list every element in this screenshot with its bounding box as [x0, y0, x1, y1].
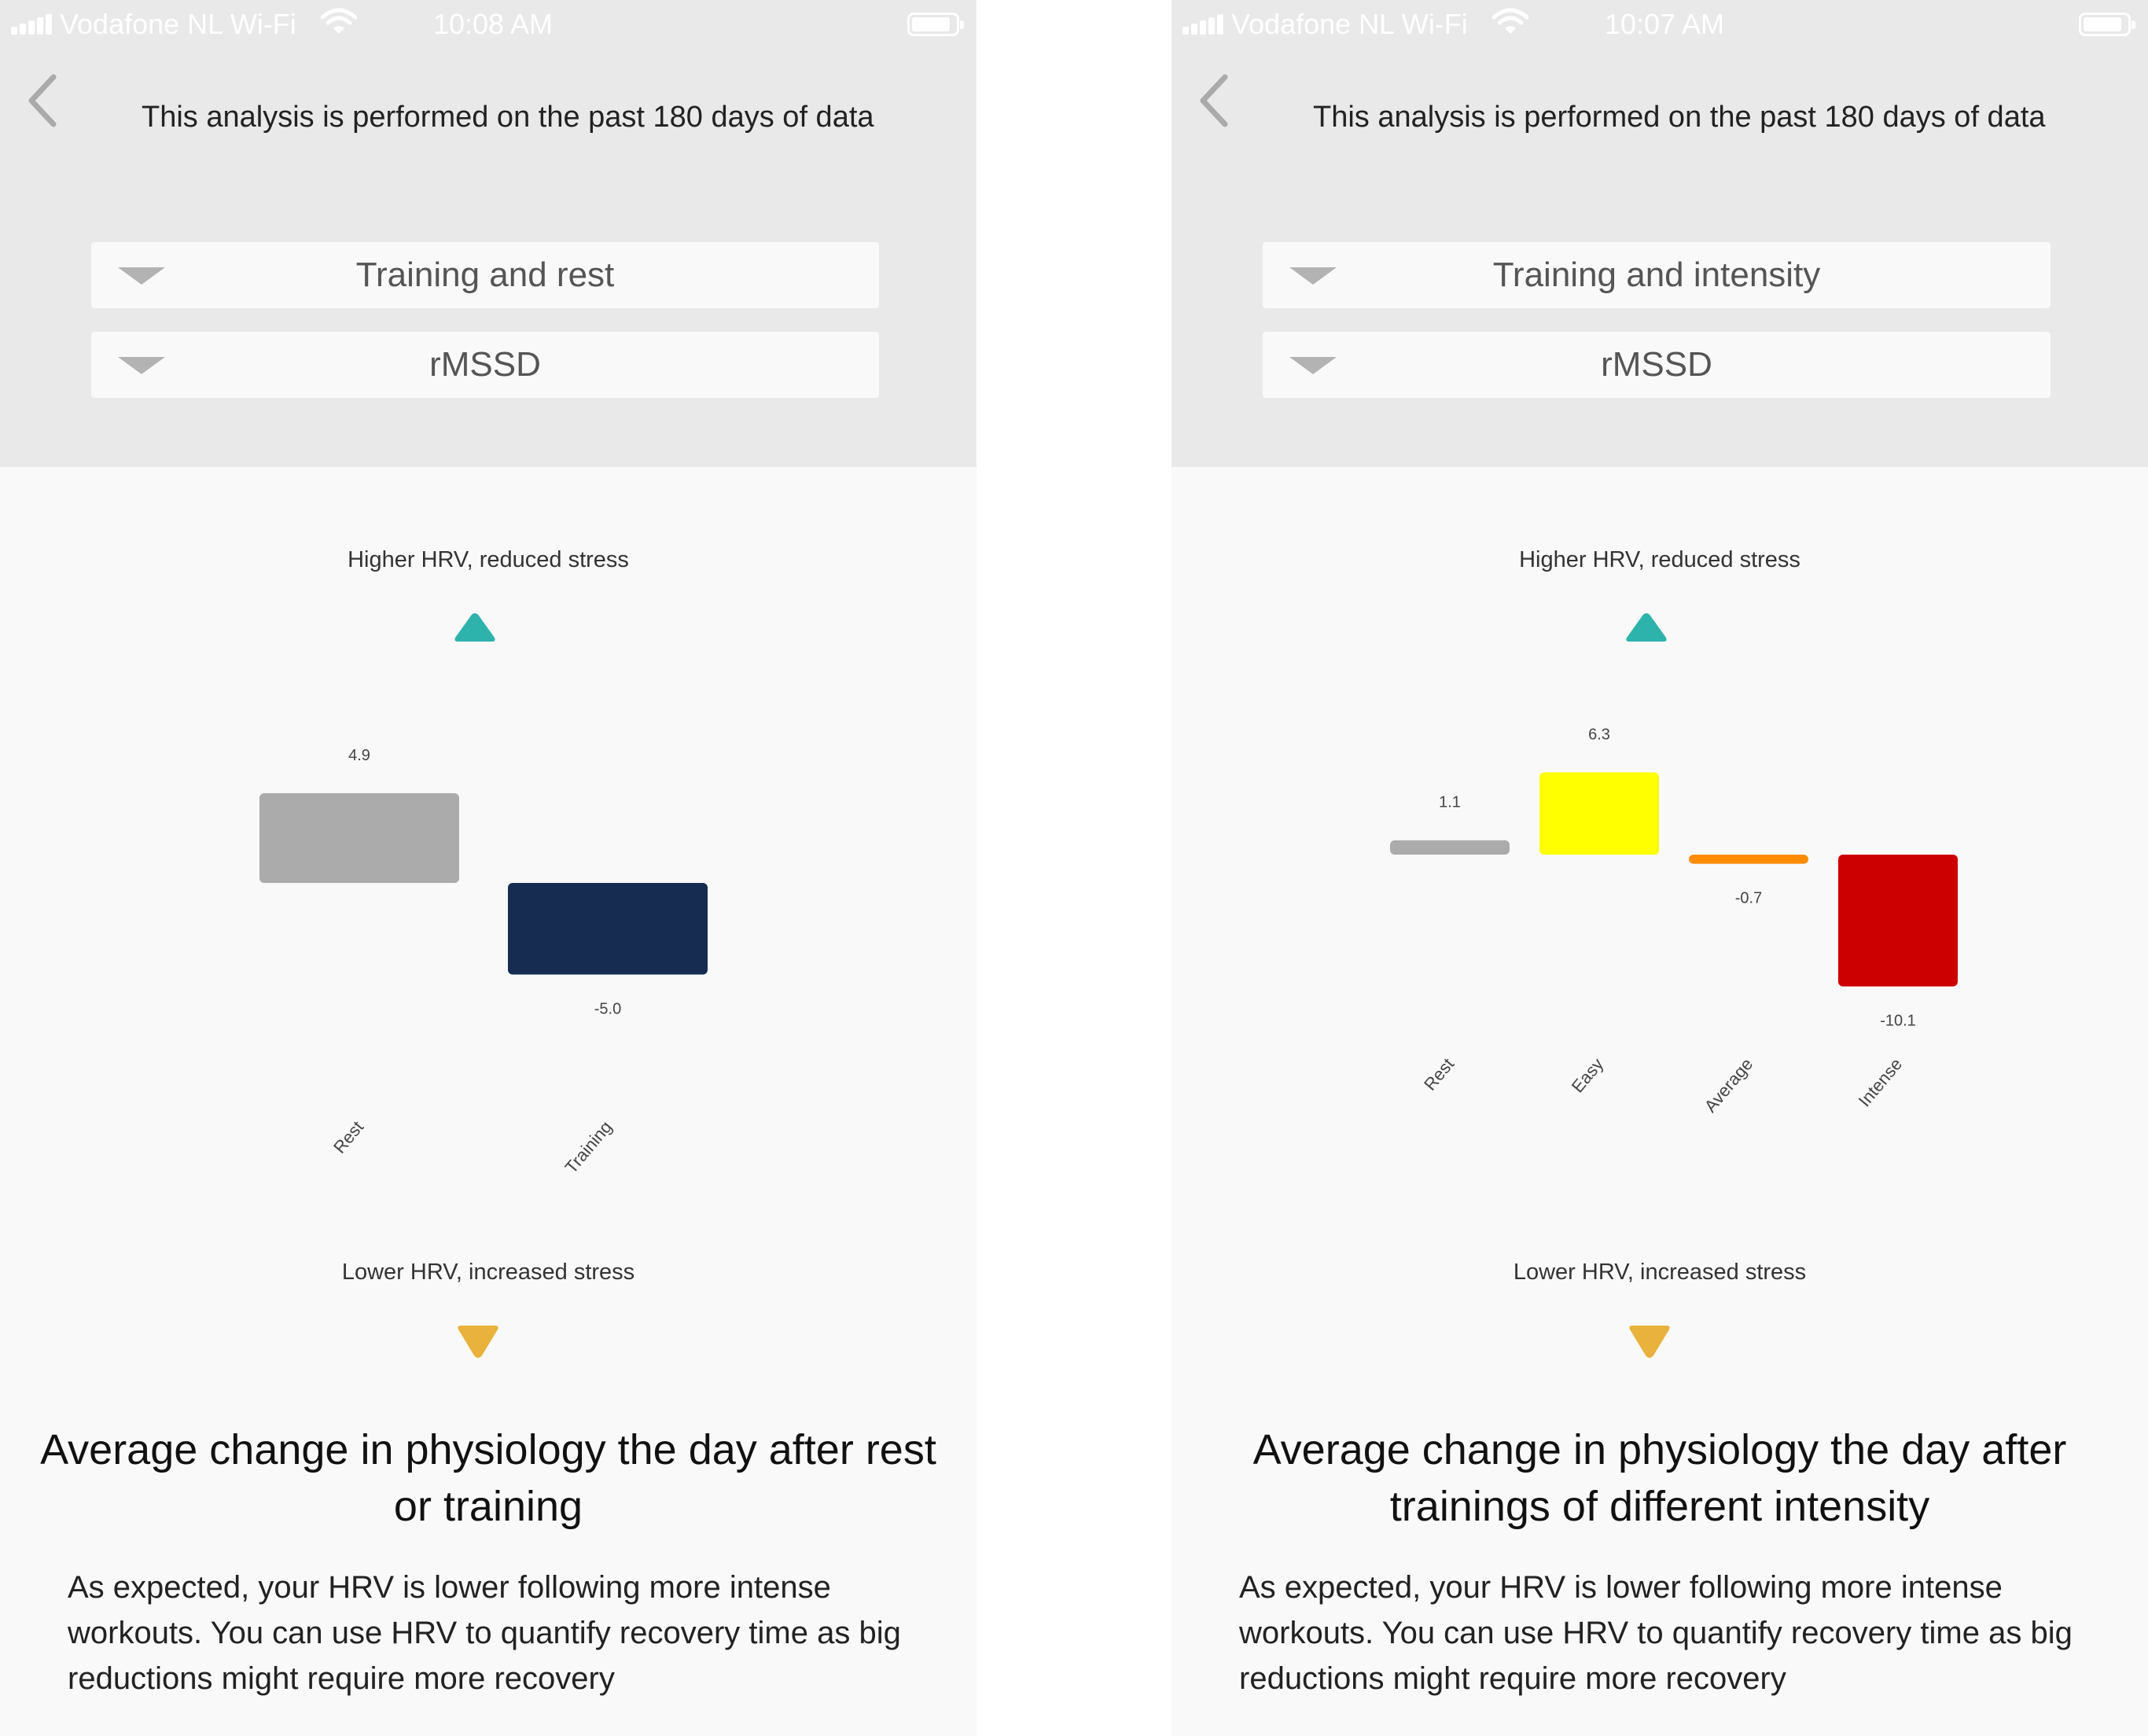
analysis-info-text: This analysis is performed on the past 1…: [142, 101, 874, 134]
category-tick-label: Training: [561, 1117, 616, 1177]
triangle-down-icon: [1629, 1326, 1670, 1358]
category-tick-label: Intense: [1855, 1054, 1907, 1110]
wifi-icon: [321, 8, 357, 34]
lower-hrv-label: Lower HRV, increased stress: [1513, 1260, 1807, 1285]
bar-rest: [259, 793, 459, 883]
bar-chart-intensity: 1.1 Rest 6.3 Easy -0.7 Average -10.1 Intense: [1390, 726, 1958, 1116]
category-tick-label: Average: [1701, 1054, 1757, 1116]
metric-dropdown-value: rMSSD: [429, 345, 541, 384]
carrier-name: Vodafone NL Wi-Fi: [60, 8, 296, 40]
bar-value-label: 4.9: [348, 747, 370, 764]
status-time: 10:07 AM: [1604, 8, 1725, 40]
bar-intense: [1838, 855, 1958, 987]
grouping-dropdown[interactable]: Training and intensity: [1263, 242, 2051, 308]
battery-icon: [2079, 13, 2135, 36]
higher-hrv-label: Higher HRV, reduced stress: [1519, 547, 1800, 572]
battery-icon: [907, 13, 964, 36]
signal-icon: [11, 14, 53, 35]
grouping-dropdown-value: Training and rest: [355, 256, 615, 294]
grouping-dropdown[interactable]: Training and rest: [91, 242, 879, 308]
wifi-icon: [1492, 8, 1528, 34]
lower-hrv-label: Lower HRV, increased stress: [341, 1260, 635, 1285]
category-tick-label: Rest: [1420, 1054, 1458, 1094]
back-chevron-icon[interactable]: [1194, 69, 1241, 132]
bar-easy: [1539, 772, 1659, 855]
bar-average: [1689, 855, 1808, 864]
chart-description: As expected, your HRV is lower following…: [68, 1570, 901, 1696]
bar-training: [508, 883, 708, 975]
bar-chart-rest-training: 4.9 Rest -5.0 Training: [259, 747, 708, 1177]
chart-title: Average change in physiology the day aft…: [1252, 1426, 2067, 1530]
triangle-up-icon: [454, 613, 495, 642]
bar-value-label: 6.3: [1588, 726, 1610, 743]
category-tick-label: Easy: [1568, 1054, 1608, 1097]
metric-dropdown[interactable]: rMSSD: [91, 332, 879, 398]
status-time: 10:08 AM: [432, 8, 554, 40]
bar-value-label: 1.1: [1439, 794, 1461, 811]
back-chevron-icon[interactable]: [22, 69, 69, 132]
bar-value-label: -10.1: [1880, 1013, 1916, 1030]
chart-title: Average change in physiology the day aft…: [40, 1426, 936, 1530]
metric-dropdown-value: rMSSD: [1601, 345, 1712, 384]
status-bar: Vodafone NL Wi-Fi 10:07 AM: [1171, 0, 2148, 49]
phone-screen-right: Vodafone NL Wi-Fi 10:07 AM This analysis…: [1171, 0, 2148, 1736]
header-panel: Vodafone NL Wi-Fi 10:07 AM This analysis…: [1171, 0, 2148, 467]
triangle-down-icon: [458, 1326, 498, 1358]
phone-screen-left: Vodafone NL Wi-Fi 10:08 AM This analysis…: [0, 0, 977, 1736]
bar-value-label: -5.0: [594, 1001, 621, 1018]
higher-hrv-label: Higher HRV, reduced stress: [348, 547, 629, 572]
metric-dropdown[interactable]: rMSSD: [1263, 332, 2051, 398]
chart-description: As expected, your HRV is lower following…: [1239, 1570, 2073, 1696]
triangle-up-icon: [1626, 613, 1667, 642]
carrier-name: Vodafone NL Wi-Fi: [1231, 8, 1468, 40]
analysis-info-text: This analysis is performed on the past 1…: [1313, 101, 2046, 134]
signal-icon: [1183, 14, 1225, 35]
category-tick-label: Rest: [329, 1117, 367, 1157]
bar-rest: [1390, 840, 1510, 855]
bar-value-label: -0.7: [1735, 890, 1762, 907]
grouping-dropdown-value: Training and intensity: [1492, 256, 1821, 294]
status-bar: Vodafone NL Wi-Fi 10:08 AM: [0, 0, 977, 49]
header-panel: Vodafone NL Wi-Fi 10:08 AM This analysis…: [0, 0, 977, 467]
